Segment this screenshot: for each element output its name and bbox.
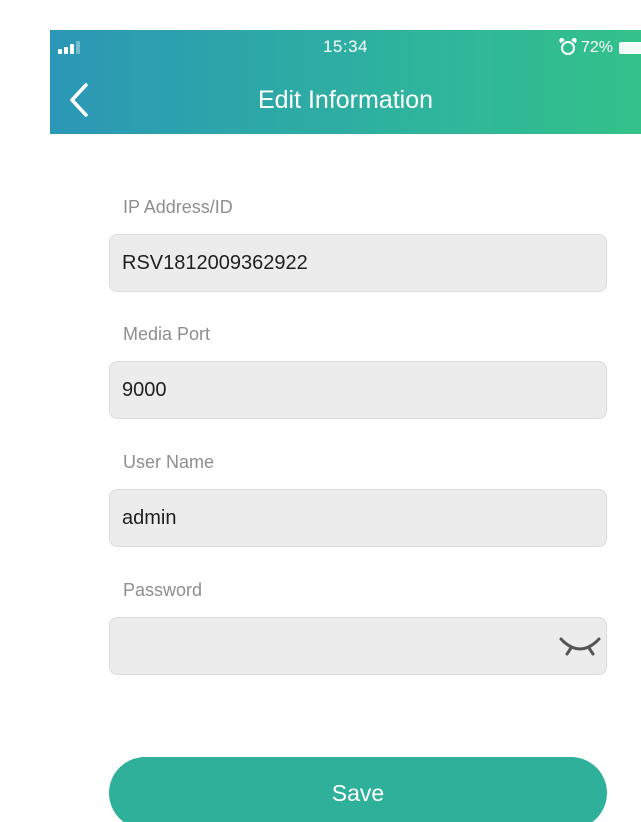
password-field[interactable] [109, 617, 607, 675]
save-button[interactable]: Save [109, 757, 607, 822]
header: 15:34 72% Edit Information [50, 30, 641, 134]
status-right: 72% [560, 37, 641, 59]
ip-address-label: IP Address/ID [123, 197, 233, 217]
nav-bar: Edit Information [50, 66, 641, 134]
status-bar: 15:34 72% [50, 30, 641, 66]
page-title: Edit Information [257, 86, 434, 114]
user-name-label: User Name [123, 452, 215, 472]
alarm-icon [560, 41, 575, 55]
ip-address-field[interactable] [109, 234, 607, 292]
battery-icon [619, 42, 641, 54]
screen: 15:34 72% Edit Information IP Address/ID [0, 0, 641, 822]
app-screen: 15:34 72% Edit Information IP Address/ID [50, 30, 641, 822]
password-visibility-toggle[interactable] [558, 631, 602, 661]
user-name-field[interactable] [109, 489, 607, 547]
password-label: Password [123, 580, 203, 600]
media-port-label: Media Port [123, 324, 211, 344]
media-port-field[interactable] [109, 361, 607, 419]
eye-closed-icon [559, 637, 601, 656]
battery-percent: 72% [580, 39, 613, 56]
status-time: 15:34 [322, 37, 369, 56]
